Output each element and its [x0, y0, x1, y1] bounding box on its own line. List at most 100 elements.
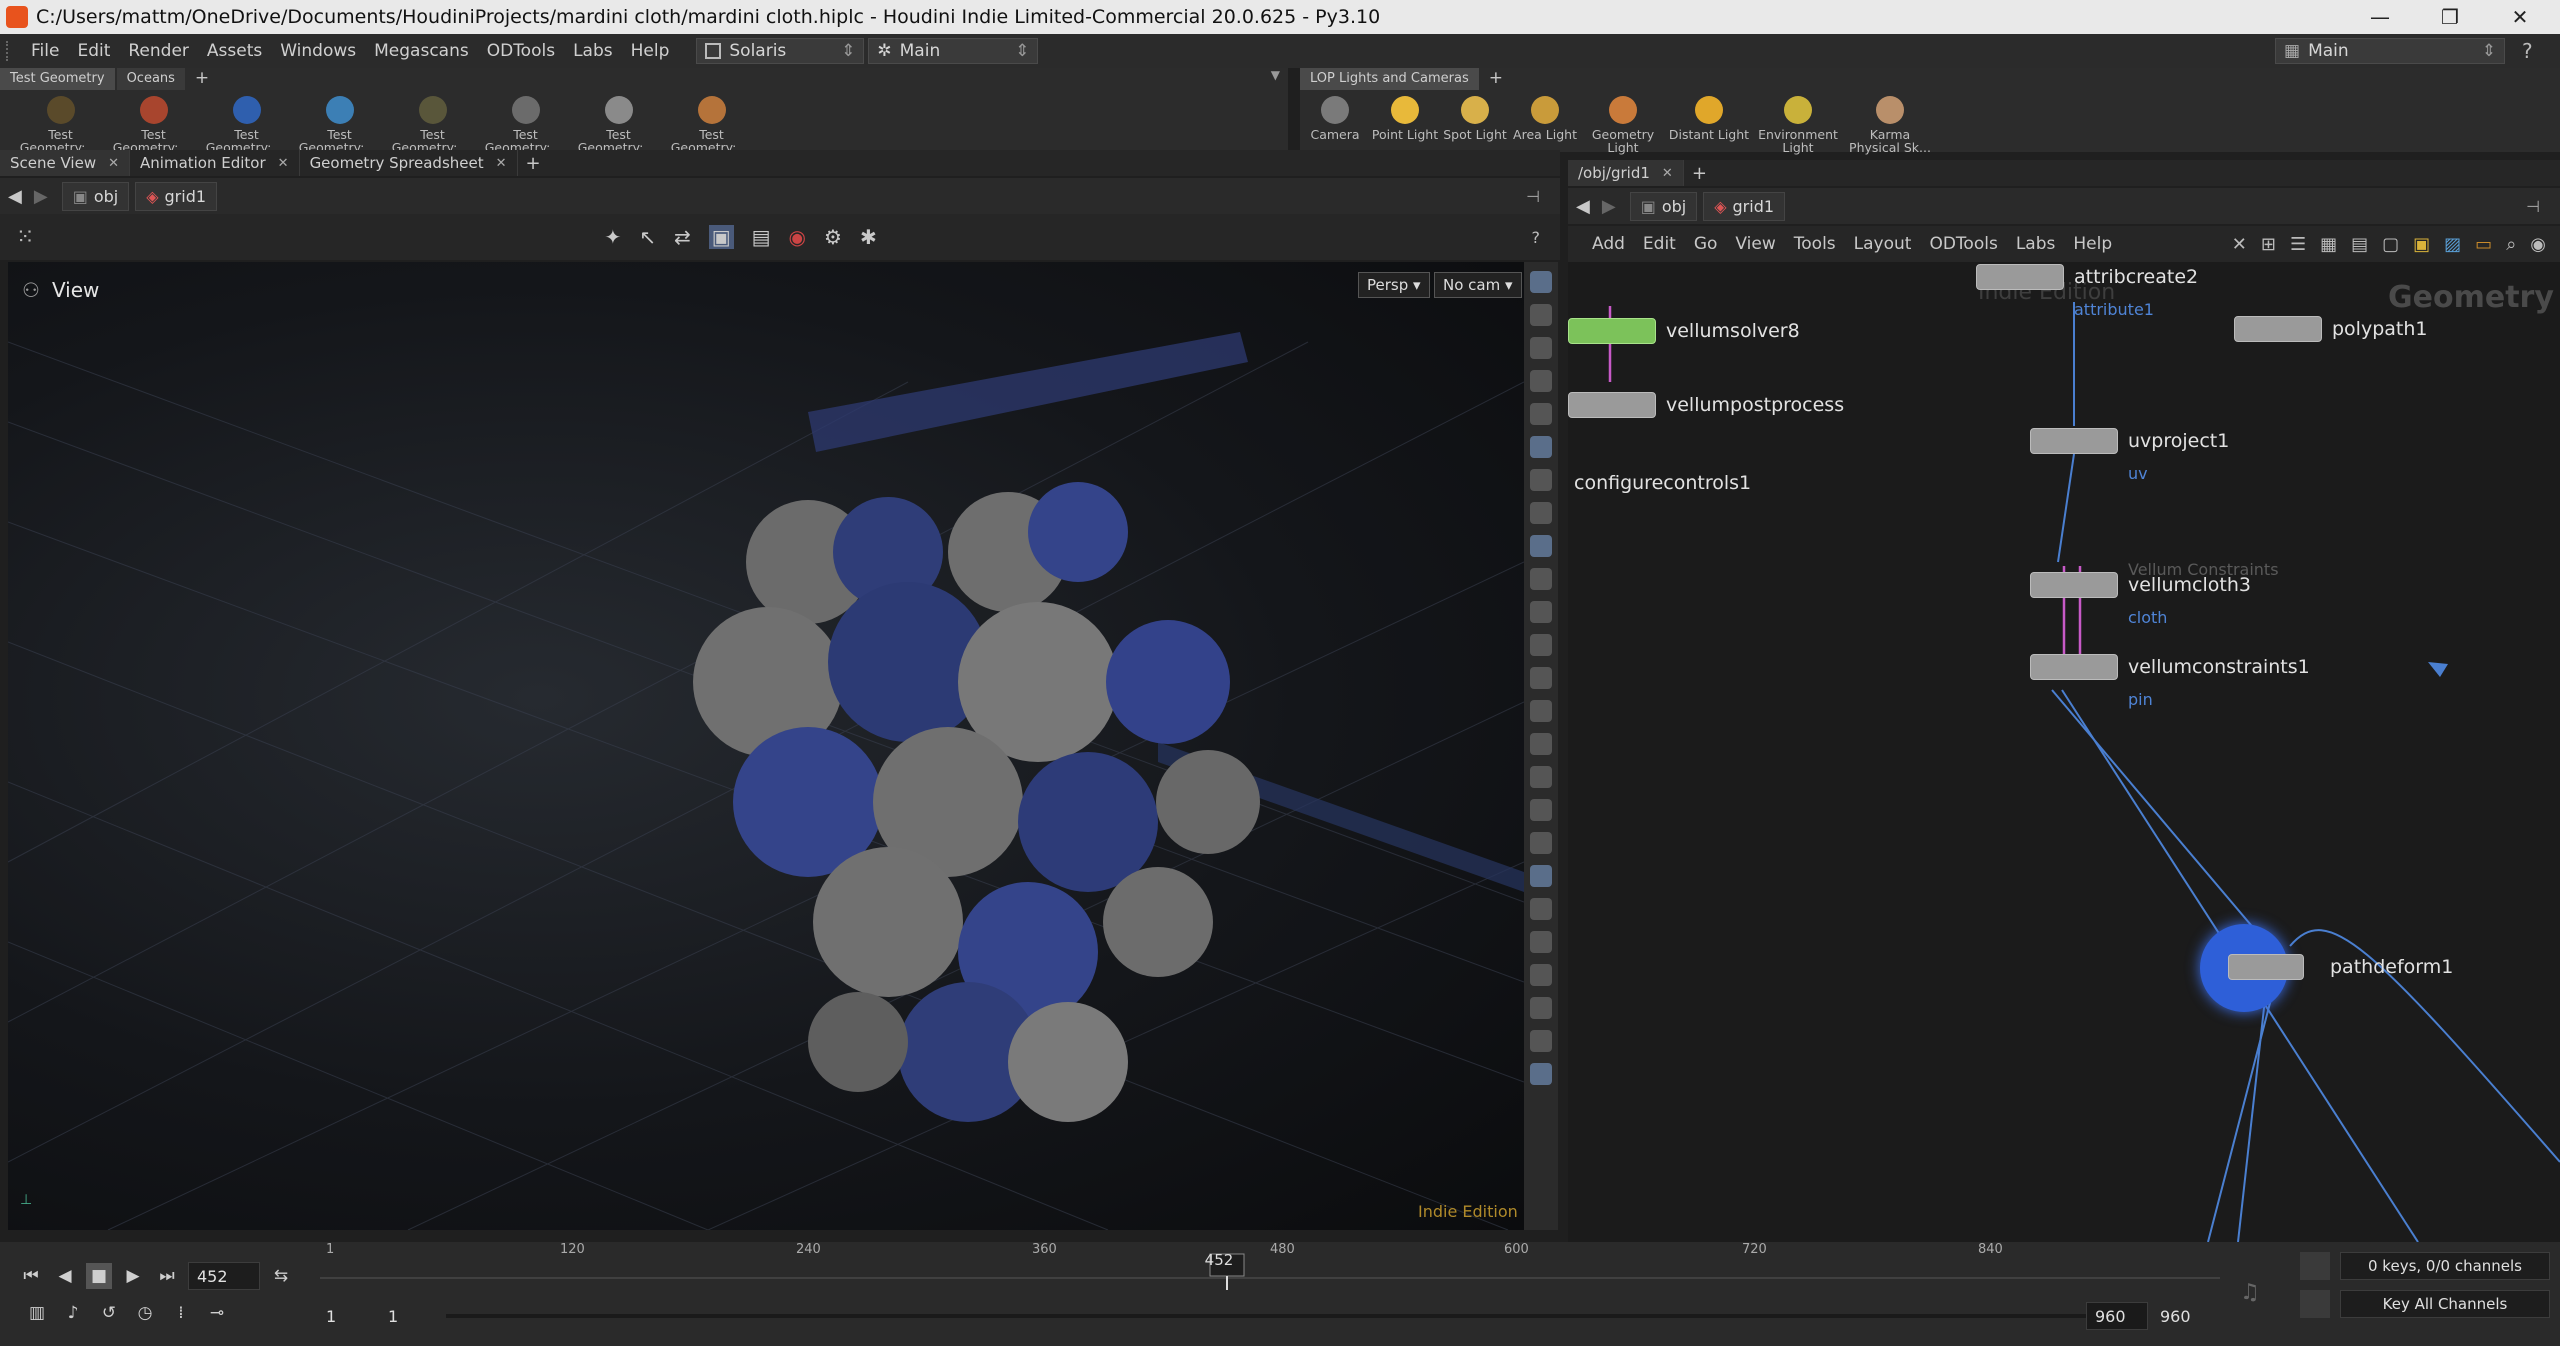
- close-icon[interactable]: ✕: [278, 156, 289, 171]
- menu-help[interactable]: Help: [622, 41, 679, 61]
- playback-start-field[interactable]: 1: [380, 1302, 438, 1330]
- paint-icon[interactable]: [1530, 766, 1552, 788]
- node-body[interactable]: [2234, 316, 2322, 342]
- diamond-icon[interactable]: [1530, 931, 1552, 953]
- shelf-tool-spot-light[interactable]: Spot Light: [1440, 96, 1510, 154]
- shelf-tool-karma-sky[interactable]: Karma Physical Sk...: [1844, 96, 1936, 154]
- range-slider-track[interactable]: [446, 1314, 2086, 1318]
- shading-icon[interactable]: [1530, 403, 1552, 425]
- shelf-tool-area-light[interactable]: Area Light: [1510, 96, 1580, 154]
- net-menu-view[interactable]: View: [1735, 234, 1775, 254]
- shelf-tab-test-geometry[interactable]: Test Geometry: [0, 68, 115, 90]
- node-polypath1[interactable]: polypath1: [2234, 316, 2428, 342]
- node-body[interactable]: [2030, 654, 2118, 680]
- node-body[interactable]: [1976, 264, 2064, 290]
- keys-info-field[interactable]: 0 keys, 0/0 channels: [2340, 1252, 2550, 1280]
- camera-menu[interactable]: No cam ▾: [1434, 272, 1522, 298]
- clock-icon[interactable]: ◷: [132, 1300, 158, 1326]
- shelf-tool-camera[interactable]: Camera: [1300, 96, 1370, 154]
- path-grid1[interactable]: ◈ grid1: [1703, 191, 1786, 221]
- snap-icon[interactable]: [1530, 997, 1552, 1019]
- camera-icon[interactable]: ◉: [2530, 234, 2546, 255]
- ghost-icon[interactable]: [1530, 370, 1552, 392]
- node-pathdeform1[interactable]: pathdeform1: [2200, 924, 2453, 1012]
- path-obj[interactable]: ▣ obj: [61, 181, 130, 211]
- maximize-button[interactable]: ❐: [2420, 0, 2480, 34]
- scene-icon[interactable]: [1530, 964, 1552, 986]
- loop-icon[interactable]: ↺: [96, 1300, 122, 1326]
- shelf-tab-oceans[interactable]: Oceans: [116, 68, 185, 90]
- node-vellumcloth3[interactable]: vellumcloth3 cloth: [2030, 572, 2251, 627]
- shelf-tool-point-light[interactable]: Point Light: [1370, 96, 1440, 154]
- net-menu-tools[interactable]: Tools: [1794, 234, 1836, 254]
- point-icon[interactable]: [1530, 634, 1552, 656]
- path-grid1[interactable]: ◈ grid1: [135, 181, 218, 211]
- shelf-tool[interactable]: Test Geometry: ...: [293, 96, 386, 154]
- checker-icon[interactable]: [1530, 898, 1552, 920]
- node-uvproject1[interactable]: uvproject1 uv: [2030, 428, 2229, 483]
- record-icon[interactable]: ◉: [789, 225, 806, 249]
- stop-button[interactable]: ■: [86, 1263, 112, 1289]
- background-icon[interactable]: [1530, 568, 1552, 590]
- select-tool-icon[interactable]: ↖: [639, 225, 656, 249]
- camera-tumble-icon[interactable]: [1530, 271, 1552, 293]
- key-icon[interactable]: [2300, 1290, 2330, 1318]
- shelf-tool-environment-light[interactable]: Environment Light: [1752, 96, 1844, 154]
- grid-dots-icon[interactable]: ⁙: [16, 225, 34, 250]
- tab-geometry-spreadsheet[interactable]: Geometry Spreadsheet ✕: [300, 150, 518, 176]
- node-vellumconstraints1[interactable]: vellumconstraints1 pin: [2030, 654, 2310, 709]
- sticky-note-icon[interactable]: ▢: [2382, 234, 2399, 255]
- palette-icon[interactable]: ▤: [2351, 234, 2368, 255]
- node-configurecontrols1[interactable]: configurecontrols1: [1568, 472, 1751, 494]
- flipbook-icon[interactable]: ⚙: [824, 225, 842, 249]
- shelf-tool[interactable]: Test Geometry: ...: [572, 96, 665, 154]
- net-menu-add[interactable]: Add: [1592, 234, 1625, 254]
- close-window-button[interactable]: ✕: [2490, 0, 2550, 34]
- search-icon[interactable]: ⌕: [2506, 234, 2516, 255]
- shelf-tool[interactable]: Test Geometry: ...: [14, 96, 107, 154]
- net-menu-labs[interactable]: Labs: [2016, 234, 2056, 254]
- desktop-selector[interactable]: Solaris ⇕: [696, 38, 865, 64]
- camera-icon[interactable]: [1530, 502, 1552, 524]
- shelf-tool[interactable]: Test Geometry: ...: [107, 96, 200, 154]
- net-menu-layout[interactable]: Layout: [1854, 234, 1912, 254]
- audio-icon[interactable]: ♪: [60, 1300, 86, 1326]
- start-frame-field[interactable]: 1: [318, 1302, 376, 1330]
- pin-icon[interactable]: ⊣: [1526, 187, 1540, 206]
- shelf-tab-lop-lights[interactable]: LOP Lights and Cameras: [1300, 68, 1479, 90]
- persp-menu[interactable]: Persp ▾: [1358, 272, 1430, 298]
- wireframe-icon[interactable]: [1530, 304, 1552, 326]
- keyframe-icon[interactable]: ⁞: [168, 1300, 194, 1326]
- render-region-icon[interactable]: [1530, 1030, 1552, 1052]
- node-attribcreate2[interactable]: attribcreate2 attribute1: [1976, 264, 2198, 319]
- light-icon[interactable]: [1530, 436, 1552, 458]
- network-editor[interactable]: Geometry Indie Edition attribcreate2 att…: [1568, 262, 2560, 1242]
- display-options-icon[interactable]: ▣: [708, 225, 734, 249]
- range-icon[interactable]: ⊸: [204, 1300, 230, 1326]
- view-tool-icon[interactable]: ✦: [604, 225, 621, 249]
- playback-end-field[interactable]: 960: [2086, 1302, 2148, 1330]
- shelf-menu-arrow-icon[interactable]: ▼: [1271, 68, 1280, 90]
- node-body[interactable]: [2228, 954, 2304, 980]
- tab-scene-view[interactable]: Scene View ✕: [0, 150, 131, 176]
- path-obj[interactable]: ▣ obj: [1629, 191, 1698, 221]
- close-icon[interactable]: ✕: [108, 156, 119, 171]
- auto-key-icon[interactable]: [2300, 1252, 2330, 1280]
- right-desktop-selector[interactable]: ▦ Main ⇕: [2275, 38, 2505, 64]
- node-vellumpostprocess[interactable]: vellumpostprocess: [1568, 392, 1844, 418]
- primitive-numbers-icon[interactable]: [1530, 799, 1552, 821]
- shelf-tool[interactable]: Test Geometry: ...: [200, 96, 293, 154]
- audio-scrub-icon[interactable]: ♫: [2240, 1280, 2260, 1305]
- net-menu-go[interactable]: Go: [1694, 234, 1718, 254]
- tab-animation-editor[interactable]: Animation Editor ✕: [130, 150, 300, 176]
- shelf-tool[interactable]: Test Geometry: ...: [386, 96, 479, 154]
- jump-end-button[interactable]: ⏭: [154, 1263, 180, 1289]
- back-arrow-icon[interactable]: ◀: [8, 186, 22, 207]
- menu-file[interactable]: File: [22, 41, 68, 61]
- tab-network[interactable]: /obj/grid1 ✕: [1568, 160, 1684, 186]
- node-body[interactable]: [1568, 392, 1656, 418]
- jump-start-button[interactable]: ⏮: [18, 1263, 44, 1289]
- folder-icon[interactable]: ▭: [2475, 234, 2492, 255]
- transform-tool-icon[interactable]: ⇄: [674, 225, 691, 249]
- add-tab-button[interactable]: +: [518, 153, 549, 174]
